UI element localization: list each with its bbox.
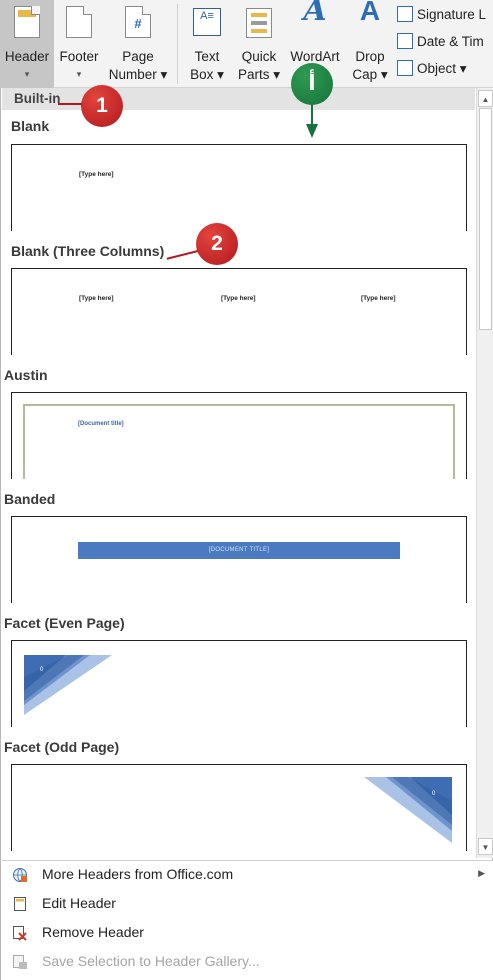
ribbon-separator: [177, 4, 178, 84]
austin-border: [23, 404, 455, 479]
more-headers-label: More Headers from Office.com: [42, 866, 234, 882]
placeholder-text: [Document title]: [78, 421, 124, 427]
text-box-label1: Text: [194, 49, 220, 64]
callout-a: أ: [291, 63, 333, 105]
scroll-thumb[interactable]: [479, 108, 492, 330]
placeholder-text: [Type here]: [221, 295, 256, 302]
gallery-item-label: Banded: [4, 491, 56, 507]
gallery-item-austin[interactable]: [Document title]: [11, 392, 467, 479]
edit-header-menu-item[interactable]: Edit Header: [2, 890, 493, 919]
gallery-item-blank[interactable]: [Type here]: [11, 144, 467, 231]
header-options-menu: More Headers from Office.com ▶ Edit Head…: [2, 860, 493, 980]
globe-icon: [13, 868, 27, 882]
drop-cap-label2: Cap ▾: [352, 67, 388, 82]
quick-parts-icon: [246, 8, 272, 38]
object-button[interactable]: Object ▾: [397, 60, 467, 82]
page-number-button[interactable]: # Page Number ▾: [104, 0, 172, 88]
date-time-label: Date & Tim: [417, 34, 484, 49]
object-icon: [397, 60, 413, 76]
gallery-scrollbar[interactable]: ▲ ▼: [476, 88, 493, 858]
quick-parts-button[interactable]: Quick Parts ▾: [234, 0, 284, 88]
ribbon: Header ▾ Footer ▾ # Page Number ▾ A≡ Tex…: [0, 0, 493, 88]
banded-title-bar: [DOCUMENT TITLE]: [78, 542, 400, 559]
remove-header-menu-item[interactable]: Remove Header: [2, 919, 493, 948]
object-label: Object ▾: [417, 61, 467, 76]
date-time-button[interactable]: Date & Tim: [397, 33, 484, 55]
footer-doc-icon: [66, 6, 92, 38]
footer-caret-icon: ▾: [76, 69, 82, 79]
callout-2: 2: [196, 223, 238, 265]
gallery-item-label: Facet (Odd Page): [4, 739, 120, 755]
gallery-item-banded[interactable]: [DOCUMENT TITLE]: [11, 516, 467, 603]
drop-cap-button[interactable]: A Drop Cap ▾: [348, 0, 392, 88]
gallery-item-label: Facet (Even Page): [4, 615, 125, 631]
signature-line-button[interactable]: Signature L: [397, 6, 486, 28]
header-label: Header: [4, 49, 50, 64]
text-box-button[interactable]: A≡ Text Box ▾: [184, 0, 230, 88]
drop-cap-label1: Drop: [355, 49, 385, 64]
gallery-item-label: Blank: [11, 118, 50, 134]
gallery-item-label: Blank (Three Columns): [11, 243, 165, 259]
remove-header-label: Remove Header: [42, 924, 144, 940]
page-number-icon: #: [125, 6, 151, 38]
callout-1-leader: [58, 103, 82, 105]
wordart-icon: A: [303, 0, 327, 28]
callout-a-arrowhead: [306, 124, 318, 138]
callout-a-leader: [311, 104, 313, 126]
gallery-item-facet-odd[interactable]: 0: [11, 764, 467, 851]
save-selection-menu-item[interactable]: Save Selection to Header Gallery...: [2, 948, 493, 977]
gallery-item-facet-even[interactable]: 0: [11, 640, 467, 727]
header-button[interactable]: Header ▾: [0, 0, 54, 88]
header-doc-icon: [14, 6, 40, 38]
built-in-section-label: Built-in: [2, 88, 475, 110]
scroll-down-arrow-icon[interactable]: ▼: [478, 838, 493, 855]
page-number-label2: Number ▾: [108, 67, 168, 82]
drop-cap-icon: A: [359, 0, 381, 26]
header-gallery-panel: Built-in ▲ ▼ Blank [Type here] Blank (Th…: [0, 88, 493, 980]
header-caret-icon: ▾: [24, 69, 30, 79]
remove-header-icon: [13, 926, 27, 941]
footer-label: Footer: [59, 49, 99, 64]
signature-icon: [397, 6, 413, 22]
text-box-icon: A≡: [193, 8, 221, 36]
edit-header-icon: [14, 897, 26, 911]
placeholder-text: [Type here]: [79, 171, 114, 178]
calendar-icon: [397, 33, 413, 49]
text-box-label2: Box ▾: [190, 67, 224, 82]
scroll-up-arrow-icon[interactable]: ▲: [478, 90, 493, 107]
facet-odd-shape: 0: [364, 777, 452, 843]
footer-button[interactable]: Footer ▾: [56, 0, 102, 88]
edit-header-label: Edit Header: [42, 895, 116, 911]
gallery-item-label: Austin: [4, 367, 48, 383]
quick-parts-label1: Quick: [241, 49, 277, 64]
more-headers-menu-item[interactable]: More Headers from Office.com ▶: [2, 861, 493, 890]
placeholder-text: [Type here]: [361, 295, 396, 302]
page-number-label1: Page: [122, 49, 154, 64]
submenu-arrow-icon: ▶: [478, 868, 485, 878]
quick-parts-label2: Parts ▾: [237, 67, 281, 82]
facet-even-shape: 0: [24, 655, 112, 715]
callout-1: 1: [81, 85, 123, 127]
signature-label: Signature L: [417, 7, 487, 22]
save-selection-label: Save Selection to Header Gallery...: [42, 953, 260, 969]
gallery-item-blank-three-columns[interactable]: [Type here] [Type here] [Type here]: [11, 268, 467, 355]
placeholder-text: [Type here]: [79, 295, 114, 302]
save-to-gallery-icon: [13, 955, 27, 969]
